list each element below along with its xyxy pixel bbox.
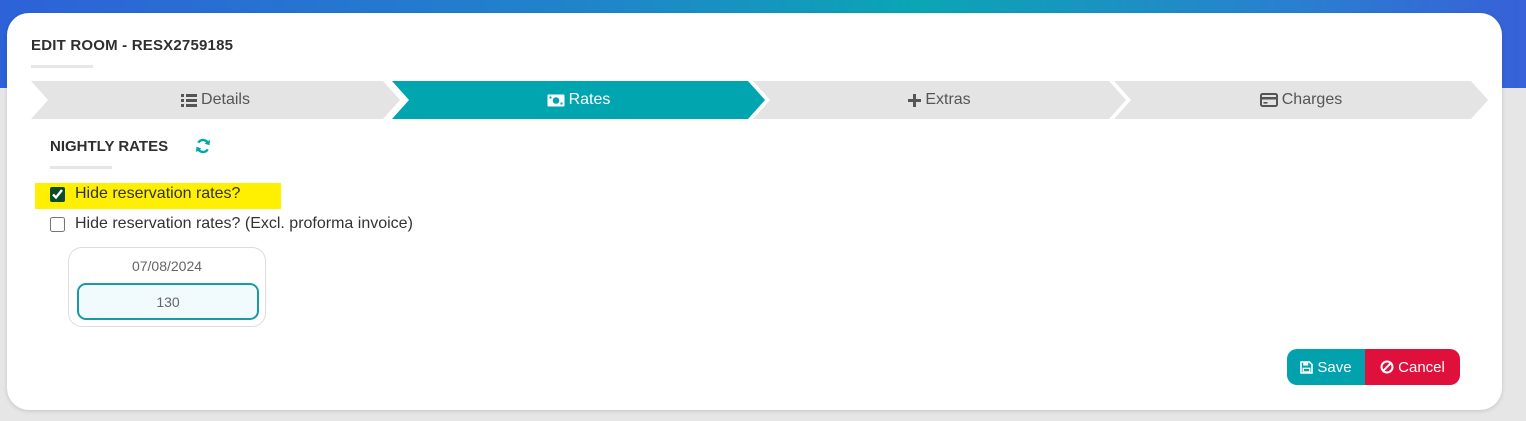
hide-rates-excl-label: Hide reservation rates? (Excl. proforma … (75, 215, 413, 232)
tab-rates-label: Rates (568, 91, 611, 108)
modal-title: EDIT ROOM - RESX2759185 (31, 37, 234, 54)
section-divider (50, 166, 112, 169)
tab-charges[interactable]: Charges (1114, 81, 1488, 119)
rate-date: 07/08/2024 (131, 258, 203, 274)
ban-icon (1380, 360, 1394, 374)
plus-icon (908, 94, 921, 107)
refresh-icon[interactable] (195, 138, 211, 154)
hide-rates-excl-row[interactable]: Hide reservation rates? (Excl. proforma … (50, 215, 413, 233)
hide-rates-row[interactable]: Hide reservation rates? (50, 185, 240, 203)
floppy-disk-icon (1300, 360, 1314, 374)
edit-room-modal: EDIT ROOM - RESX2759185 Details Rates Ex… (7, 13, 1502, 410)
title-divider (31, 65, 93, 68)
tab-details-label: Details (201, 91, 250, 108)
wizard-steps: Details Rates Extras Charges (31, 81, 1488, 119)
hide-rates-label: Hide reservation rates? (75, 185, 241, 202)
cancel-button[interactable]: Cancel (1365, 349, 1460, 385)
nightly-rates-title: NIGHTLY RATES (50, 138, 169, 155)
tab-extras-label: Extras (925, 91, 971, 108)
save-button[interactable]: Save (1287, 349, 1365, 385)
hide-rates-excl-checkbox[interactable] (50, 216, 65, 232)
rate-value-input[interactable] (77, 283, 259, 320)
tab-charges-label: Charges (1281, 91, 1343, 108)
hide-rates-checkbox[interactable] (50, 186, 65, 202)
rate-card: 07/08/2024 (68, 247, 266, 327)
tab-details[interactable]: Details (31, 81, 400, 119)
tab-extras[interactable]: Extras (753, 81, 1126, 119)
money-bill-icon (547, 94, 565, 107)
tab-rates[interactable]: Rates (392, 81, 765, 119)
save-label: Save (1317, 358, 1352, 376)
credit-card-icon (1260, 93, 1278, 107)
cancel-label: Cancel (1398, 358, 1445, 376)
list-icon (181, 94, 197, 107)
